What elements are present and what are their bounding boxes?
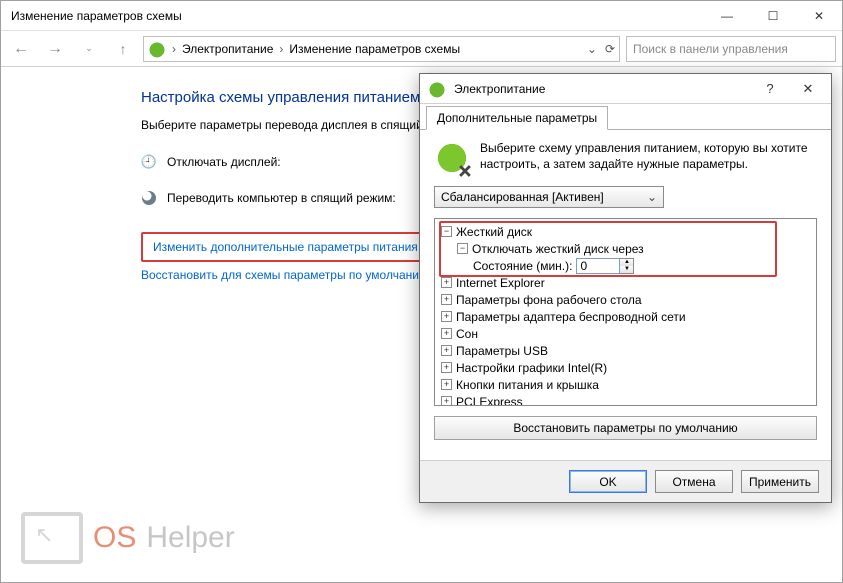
state-label: Состояние (мин.): [473,259,572,273]
power-options-dialog: Электропитание ? ✕ Дополнительные параме… [419,73,832,503]
expand-icon[interactable]: + [441,311,452,322]
close-button[interactable]: ✕ [796,1,842,31]
expand-icon[interactable]: + [441,345,452,356]
apply-button[interactable]: Применить [741,470,819,493]
address-history-button[interactable]: ⌄ [587,42,597,56]
window-title: Изменение параметров схемы [11,9,182,23]
tree-item-desktop-bg[interactable]: +Параметры фона рабочего стола [441,291,810,308]
chevron-right-icon: › [279,42,283,56]
tree-item-sleep[interactable]: +Сон [441,325,810,342]
nav-up-button[interactable]: ↑ [109,35,137,63]
address-bar[interactable]: › Электропитание › Изменение параметров … [143,36,620,62]
spinner-up-button[interactable]: ▲ [620,259,633,266]
expand-icon[interactable]: + [441,379,452,390]
nav-forward-button[interactable]: → [41,35,69,63]
dialog-footer: OK Отмена Применить [420,460,831,502]
settings-tree[interactable]: −Жесткий диск −Отключать жесткий диск че… [434,218,817,406]
restore-defaults-button[interactable]: Восстановить параметры по умолчанию [434,416,817,440]
tree-item-intel[interactable]: +Настройки графики Intel(R) [441,359,810,376]
search-input[interactable]: Поиск в панели управления [626,36,836,62]
advanced-settings-link[interactable]: Изменить дополнительные параметры питани… [153,240,418,254]
tab-strip: Дополнительные параметры [420,104,831,130]
tree-item-hdd-off[interactable]: −Отключать жесткий диск через [441,240,810,257]
highlight-box: Изменить дополнительные параметры питани… [141,232,430,262]
search-placeholder: Поиск в панели управления [633,42,788,56]
watermark-logo-icon [21,512,83,564]
chevron-down-icon: ⌄ [647,190,657,204]
collapse-icon[interactable]: − [441,226,452,237]
expand-icon[interactable]: + [441,277,452,288]
expand-icon[interactable]: + [441,294,452,305]
nav-back-button[interactable]: ← [7,35,35,63]
tab-advanced[interactable]: Дополнительные параметры [426,106,608,130]
expand-icon[interactable]: + [441,362,452,373]
tree-item-usb[interactable]: +Параметры USB [441,342,810,359]
nav-toolbar: ← → ⌄ ↑ › Электропитание › Изменение пар… [1,31,842,67]
state-spinner[interactable]: ▲▼ [576,258,634,274]
power-plan-icon [148,40,166,58]
dialog-info-text: Выберите схему управления питанием, кото… [480,140,817,172]
collapse-icon[interactable]: − [457,243,468,254]
chevron-right-icon: › [172,42,176,56]
expand-icon[interactable]: + [441,396,452,406]
refresh-button[interactable]: ⟳ [605,42,615,56]
cancel-button[interactable]: Отмена [655,470,733,493]
power-plan-icon [428,80,446,98]
tree-item-lid[interactable]: +Кнопки питания и крышка [441,376,810,393]
dialog-title: Электропитание [454,82,747,96]
maximize-button[interactable]: ☐ [750,1,796,31]
tree-item-ie[interactable]: +Internet Explorer [441,274,810,291]
recent-locations-button[interactable]: ⌄ [75,35,103,63]
watermark-text: OS [93,521,136,555]
state-input[interactable] [576,258,620,274]
tree-item-pci[interactable]: +PCI Express [441,393,810,406]
moon-icon [142,191,156,205]
power-scheme-value: Сбалансированная [Активен] [441,190,604,204]
breadcrumb-item[interactable]: Электропитание [182,42,273,56]
expand-icon[interactable]: + [441,328,452,339]
help-button[interactable]: ? [755,81,785,96]
watermark: OS Helper [21,512,235,564]
dialog-info: Выберите схему управления питанием, кото… [434,140,817,176]
dialog-titlebar: Электропитание ? ✕ [420,74,831,104]
restore-defaults-link[interactable]: Восстановить для схемы параметры по умол… [141,268,428,282]
tree-item-hdd[interactable]: −Жесткий диск [441,223,810,240]
breadcrumb-item[interactable]: Изменение параметров схемы [289,42,460,56]
minimize-button[interactable]: — [704,1,750,31]
power-scheme-select[interactable]: Сбалансированная [Активен] ⌄ [434,186,664,208]
spinner-down-button[interactable]: ▼ [620,266,633,273]
dialog-close-button[interactable]: ✕ [793,81,823,97]
watermark-text: Helper [146,521,234,555]
power-plan-large-icon [434,140,470,176]
clock-icon [141,154,157,170]
tree-item-state: Состояние (мин.): ▲▼ [441,257,810,274]
tree-item-wifi[interactable]: +Параметры адаптера беспроводной сети [441,308,810,325]
ok-button[interactable]: OK [569,470,647,493]
window-titlebar: Изменение параметров схемы — ☐ ✕ [1,1,842,31]
